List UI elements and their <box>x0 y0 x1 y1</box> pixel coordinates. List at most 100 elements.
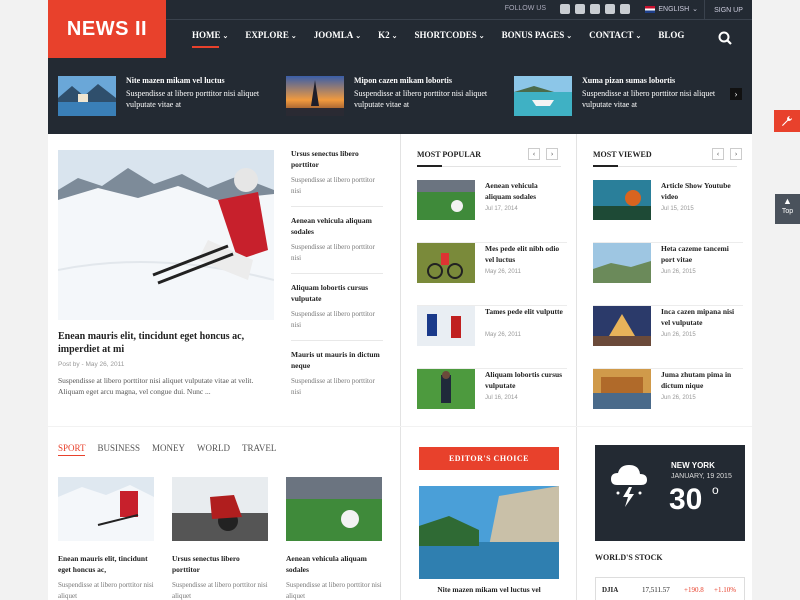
featured-section: Enean mauris elit, tincidunt eget honcus… <box>48 134 400 426</box>
slide-title: Nite mazen mikam vel luctus <box>126 76 225 85</box>
list-item[interactable]: Aenean vehicula aliquam sodales Jul 17, … <box>417 180 567 243</box>
stock-name: DJIA <box>602 586 619 594</box>
list-item[interactable]: Mauris ut mauris in dictum neque Suspend… <box>291 349 383 408</box>
list-item-date: Jun 26, 2015 <box>661 332 696 338</box>
side-article-list: Ursus senectus libero porttitor Suspendi… <box>291 148 383 416</box>
instagram-icon[interactable] <box>605 4 615 14</box>
list-item-date: May 26, 2011 <box>485 269 521 275</box>
thumbnail <box>417 243 475 283</box>
search-icon[interactable] <box>718 31 732 45</box>
card-desc: Suspendisse at libero porttitor nisi ali… <box>172 581 268 600</box>
chevron-left-icon: ‹ <box>532 150 536 158</box>
title-underline <box>417 165 442 167</box>
nav-shortcodes-label: SHORTCODES <box>414 30 477 40</box>
tab-travel[interactable]: TRAVEL <box>242 443 276 453</box>
list-item[interactable]: Inca cazen mipana nisi vel vulputate Jun… <box>593 306 743 369</box>
chevron-down-icon: ⌄ <box>566 32 573 40</box>
list-item[interactable]: Ursus senectus libero porttitor Suspendi… <box>291 148 383 207</box>
featured-meta: Post by - May 26, 2011 <box>58 361 125 368</box>
chevron-right-icon: › <box>734 89 738 99</box>
list-item-title: Mes pede elit nibh odio vel luctus <box>485 244 560 264</box>
google-plus-icon[interactable] <box>590 4 600 14</box>
card-desc: Suspendisse at libero porttitor nisi ali… <box>58 581 154 600</box>
nav-joomla[interactable]: JOOMLA ⌄ <box>314 30 361 44</box>
list-item-desc: Suspendisse at libero porttitor nisi <box>291 377 375 396</box>
nav-shortcodes[interactable]: SHORTCODES ⌄ <box>415 30 485 44</box>
list-item[interactable]: Tames pede elit vulputte May 26, 2011 <box>417 306 567 369</box>
weather-temperature: 30 <box>669 483 703 516</box>
category-card[interactable]: Enean mauris elit, tincidunt eget honcus… <box>58 477 154 600</box>
language-label: ENGLISH <box>658 5 690 13</box>
viewed-next-button[interactable]: › <box>730 148 742 160</box>
category-tabs: SPORT BUSINESS MONEY WORLD TRAVEL <box>58 443 276 456</box>
nav-home[interactable]: HOME ⌄ <box>192 30 228 48</box>
popular-prev-button[interactable]: ‹ <box>528 148 540 160</box>
list-item-date: Jul 17, 2014 <box>485 206 518 212</box>
list-item[interactable]: Mes pede elit nibh odio vel luctus May 2… <box>417 243 567 306</box>
chevron-down-icon: ⌄ <box>635 32 642 40</box>
settings-button[interactable] <box>774 110 800 132</box>
slide-item[interactable]: Mipon cazen mikam lobortis Suspendisse a… <box>286 76 506 116</box>
featured-desc: Suspendisse at libero porttitor nisi ali… <box>58 376 254 396</box>
nav-blog[interactable]: BLOG <box>658 30 684 44</box>
card-desc: Suspendisse at libero porttitor nisi ali… <box>286 581 382 600</box>
nav-k2[interactable]: K2 ⌄ <box>378 30 397 44</box>
tab-money[interactable]: MONEY <box>152 443 185 453</box>
editors-choice-image[interactable] <box>419 486 559 579</box>
card-title: Ursus senectus libero porttitor <box>172 554 240 574</box>
twitter-icon[interactable] <box>575 4 585 14</box>
tab-sport[interactable]: SPORT <box>58 443 86 456</box>
category-card[interactable]: Aenean vehicula aliquam sodales Suspendi… <box>286 477 382 600</box>
popular-next-button[interactable]: › <box>546 148 558 160</box>
category-card[interactable]: Ursus senectus libero porttitor Suspendi… <box>172 477 268 600</box>
slider-next-button[interactable]: › <box>730 88 742 100</box>
list-item[interactable]: Article Show Youtube video Jul 15, 2015 <box>593 180 743 243</box>
thumbnail <box>593 306 651 346</box>
list-item[interactable]: Aliquam lobortis cursus vulputate Jul 16… <box>417 369 567 432</box>
facebook-icon[interactable] <box>560 4 570 14</box>
back-to-top-label: Top <box>781 208 794 215</box>
slide-image <box>514 76 572 116</box>
list-item-title: Aliquam lobortis cursus vulputate <box>485 370 563 390</box>
wrench-icon <box>782 116 792 126</box>
nav-joomla-label: JOOMLA <box>313 30 354 40</box>
list-item-desc: Suspendisse at libero porttitor nisi <box>291 176 375 195</box>
list-item[interactable]: Aenean vehicula aliquam sodales Suspendi… <box>291 215 383 274</box>
list-item[interactable]: Aliquam lobortis cursus vulputate Suspen… <box>291 282 383 341</box>
slide-image <box>58 76 116 116</box>
thumbnail <box>417 180 475 220</box>
viewed-list: Article Show Youtube video Jul 15, 2015 … <box>593 180 743 432</box>
main-nav: HOME ⌄ EXPLORE ⌄ JOOMLA ⌄ K2 ⌄ SHORTCODES ⌄ B… <box>192 30 701 48</box>
back-to-top-button[interactable]: ▲ Top <box>775 194 800 224</box>
language-selector[interactable]: ENGLISH ⌄ <box>645 5 698 13</box>
nav-bonus-pages[interactable]: BONUS PAGES ⌄ <box>502 30 572 44</box>
rss-icon[interactable] <box>620 4 630 14</box>
list-item-title: Article Show Youtube video <box>661 181 731 201</box>
nav-explore[interactable]: EXPLORE ⌄ <box>245 30 296 44</box>
list-item-title: Aenean vehicula aliquam sodales <box>291 216 372 236</box>
stock-title: WORLD'S STOCK <box>595 553 663 562</box>
signup-link[interactable]: SIGN UP <box>704 0 752 20</box>
stock-percent: +1.10% <box>714 586 737 594</box>
title-underline <box>593 165 618 167</box>
viewed-prev-button[interactable]: ‹ <box>712 148 724 160</box>
card-image <box>58 477 154 541</box>
slide-title: Xuma pizan sumas lobortis <box>582 76 676 85</box>
tab-world[interactable]: WORLD <box>197 443 230 453</box>
list-item[interactable]: Juma zhutam pima in dictum nique Jun 26,… <box>593 369 743 432</box>
slide-item[interactable]: Xuma pizan sumas lobortis Suspendisse at… <box>514 76 734 116</box>
list-item[interactable]: Heta cazeme tancemi port vitae Jun 26, 2… <box>593 243 743 306</box>
card-title: Enean mauris elit, tincidunt eget honcus… <box>58 554 148 574</box>
site-logo[interactable]: NEWS II <box>48 0 166 58</box>
chevron-right-icon: › <box>550 150 554 158</box>
featured-image[interactable] <box>58 150 274 320</box>
featured-title[interactable]: Enean mauris elit, tincidunt eget honcus… <box>58 330 274 356</box>
weather-widget: NEW YORK JANUARY, 19 2015 30 o <box>595 445 745 541</box>
nav-contact[interactable]: CONTACT ⌄ <box>589 30 641 44</box>
widgets-panel: NEW YORK JANUARY, 19 2015 30 o WORLD'S S… <box>576 427 752 600</box>
slide-item[interactable]: Nite mazen mikam vel luctus Suspendisse … <box>58 76 278 116</box>
most-popular-panel: MOST POPULAR ‹ › Aenean vehicula aliquam… <box>400 134 576 426</box>
editors-choice-title[interactable]: Nite mazen mikam vel luctus vel <box>419 585 559 594</box>
weather-date: JANUARY, 19 2015 <box>671 473 732 480</box>
tab-business[interactable]: BUSINESS <box>97 443 140 453</box>
